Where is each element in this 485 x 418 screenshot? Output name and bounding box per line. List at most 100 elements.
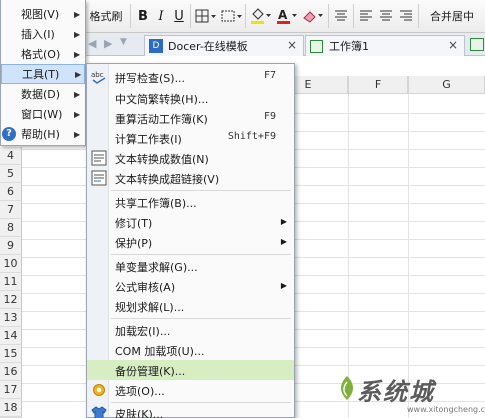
menu-label: 拼写检查(S)... bbox=[115, 72, 186, 85]
underline-button[interactable]: U bbox=[170, 5, 188, 27]
menu-item-insert[interactable]: 插入(I) ▶ bbox=[1, 24, 85, 44]
menu-label: 规划求解(L)... bbox=[115, 301, 185, 314]
menu-label: 文本转换成超链接(V) bbox=[115, 173, 220, 186]
toolbar-separator bbox=[130, 4, 131, 28]
menu-item-text-to-hyperlink[interactable]: 文本转换成超链接(V) bbox=[87, 168, 294, 188]
menu-label: 工具(T) bbox=[22, 68, 60, 81]
menu-label: 备份管理(K)... bbox=[115, 365, 186, 378]
font-color-button[interactable]: A bbox=[274, 5, 300, 27]
watermark-title: 系统城 bbox=[357, 378, 435, 406]
paint-bucket-icon bbox=[251, 8, 271, 24]
dropdown-arrow-icon[interactable]: ▼ bbox=[120, 37, 127, 47]
menu-label: 计算工作表(I) bbox=[115, 133, 182, 146]
align-right-button[interactable] bbox=[396, 5, 416, 27]
menu-item-window[interactable]: 窗口(W) ▶ bbox=[1, 104, 85, 124]
close-icon[interactable]: × bbox=[448, 38, 458, 52]
menu-item-spell-check[interactable]: abc 拼写检查(S)... F7 bbox=[87, 67, 294, 87]
menu-item-format[interactable]: 格式(O) ▶ bbox=[1, 44, 85, 64]
format-painter-button[interactable]: 格式刷 bbox=[84, 5, 128, 27]
align-top-button[interactable] bbox=[331, 5, 351, 27]
row-header-4[interactable]: 4 bbox=[0, 147, 22, 165]
submenu-arrow-icon: ▶ bbox=[280, 281, 287, 290]
eraser-icon bbox=[303, 11, 323, 23]
align-center-button[interactable] bbox=[376, 5, 396, 27]
menu-item-backup-manager[interactable]: 备份管理(K)... bbox=[87, 360, 294, 380]
menu-label: 窗口(W) bbox=[21, 108, 63, 121]
close-icon[interactable]: × bbox=[287, 38, 297, 52]
toolbar-separator bbox=[418, 4, 419, 28]
menu-label: 重算活动工作簿(K) bbox=[115, 113, 208, 126]
borders-icon bbox=[195, 9, 216, 23]
cell-style-button[interactable] bbox=[219, 5, 245, 27]
menu-label: 插入(I) bbox=[21, 28, 55, 41]
help-icon: ? bbox=[2, 127, 16, 141]
menu-item-solver[interactable]: 规划求解(L)... bbox=[87, 296, 294, 316]
menu-item-recalc-workbook[interactable]: 重算活动工作簿(K) F9 bbox=[87, 108, 294, 128]
italic-button[interactable]: I bbox=[152, 5, 170, 27]
tab-docer-templates[interactable]: D Docer-在线模板 × bbox=[144, 35, 304, 56]
menu-item-options[interactable]: 选项(O)... bbox=[87, 380, 294, 400]
menu-label: 修订(T) bbox=[115, 217, 153, 230]
row-header-11[interactable]: 11 bbox=[0, 273, 22, 291]
row-header-17[interactable]: 17 bbox=[0, 381, 22, 399]
menu-item-calc-sheet[interactable]: 计算工作表(I) Shift+F9 bbox=[87, 128, 294, 148]
menu-item-view[interactable]: 视图(V) ▶ bbox=[1, 4, 85, 24]
menu-label: 公式审核(A) bbox=[115, 281, 176, 294]
submenu-arrow-icon: ▶ bbox=[75, 69, 82, 79]
svg-text:abc: abc bbox=[91, 71, 104, 79]
text-to-number-icon bbox=[91, 150, 107, 166]
row-header-9[interactable]: 9 bbox=[0, 237, 22, 255]
menu-item-data[interactable]: 数据(D) ▶ bbox=[1, 84, 85, 104]
row-header-18[interactable]: 18 bbox=[0, 399, 22, 417]
menu-label: 中文简繁转换(H)... bbox=[115, 93, 209, 106]
menu-item-com-add-ins[interactable]: COM 加载项(U)... bbox=[87, 340, 294, 360]
row-header-5[interactable]: 5 bbox=[0, 165, 22, 183]
menu-item-share-workbook[interactable]: 共享工作簿(B)... bbox=[87, 192, 294, 212]
docer-icon: D bbox=[149, 39, 163, 53]
tab-workbook1[interactable]: 工作簿1 × bbox=[305, 35, 465, 56]
row-header-16[interactable]: 16 bbox=[0, 363, 22, 381]
watermark-logo-icon bbox=[341, 376, 353, 400]
bold-button[interactable]: B bbox=[134, 5, 152, 27]
align-left-icon bbox=[360, 10, 372, 21]
menu-item-text-to-number[interactable]: 文本转换成数值(N) bbox=[87, 148, 294, 168]
menu-item-help[interactable]: ? 帮助(H) ▶ bbox=[1, 124, 85, 144]
back-arrow-icon[interactable]: ◀ bbox=[88, 37, 96, 50]
tools-submenu: abc 拼写检查(S)... F7 中文简繁转换(H)... 重算活动工作簿(K… bbox=[86, 63, 295, 418]
menu-item-trad-simp-convert[interactable]: 中文简繁转换(H)... bbox=[87, 88, 294, 108]
menu-item-formula-audit[interactable]: 公式审核(A) ▶ bbox=[87, 276, 294, 296]
spreadsheet-icon[interactable] bbox=[470, 38, 484, 51]
row-header-14[interactable]: 14 bbox=[0, 327, 22, 345]
menu-item-skin[interactable]: 皮肤(K)... bbox=[87, 403, 294, 418]
row-header-8[interactable]: 8 bbox=[0, 219, 22, 237]
shortcut-label: Shift+F9 bbox=[227, 131, 276, 142]
menu-label: 加载宏(I)... bbox=[115, 325, 171, 338]
row-header-10[interactable]: 10 bbox=[0, 255, 22, 273]
menu-item-tools[interactable]: 工具(T) ▶ bbox=[1, 64, 85, 84]
fill-color-button[interactable] bbox=[248, 5, 274, 27]
row-header-12[interactable]: 12 bbox=[0, 291, 22, 309]
row-header-6[interactable]: 6 bbox=[0, 183, 22, 201]
menu-item-add-ins[interactable]: 加载宏(I)... bbox=[87, 320, 294, 340]
toolbar-separator bbox=[190, 4, 191, 28]
forward-arrow-icon[interactable]: ▶ bbox=[104, 37, 112, 50]
row-header-7[interactable]: 7 bbox=[0, 201, 22, 219]
menu-item-goal-seek[interactable]: 单变量求解(G)... bbox=[87, 256, 294, 276]
submenu-arrow-icon: ▶ bbox=[74, 109, 81, 119]
align-left-button[interactable] bbox=[356, 5, 376, 27]
merge-center-button[interactable]: 合并居中 bbox=[422, 5, 482, 27]
submenu-arrow-icon: ▶ bbox=[74, 29, 81, 39]
menu-item-protect[interactable]: 保护(P) ▶ bbox=[87, 232, 294, 252]
spreadsheet-icon bbox=[310, 39, 323, 53]
menu-item-revise[interactable]: 修订(T) ▶ bbox=[87, 212, 294, 232]
main-menu-dropdown: 视图(V) ▶ 插入(I) ▶ 格式(O) ▶ 工具(T) ▶ 数据(D) ▶ … bbox=[0, 0, 86, 146]
column-header-g[interactable]: G bbox=[408, 76, 485, 94]
borders-button[interactable] bbox=[193, 5, 219, 27]
gear-icon bbox=[93, 384, 105, 396]
clear-format-button[interactable] bbox=[300, 5, 326, 27]
row-header-13[interactable]: 13 bbox=[0, 309, 22, 327]
row-header-15[interactable]: 15 bbox=[0, 345, 22, 363]
menu-label: COM 加载项(U)... bbox=[115, 345, 205, 358]
column-header-f[interactable]: F bbox=[348, 76, 408, 94]
menu-label: 数据(D) bbox=[21, 88, 61, 101]
